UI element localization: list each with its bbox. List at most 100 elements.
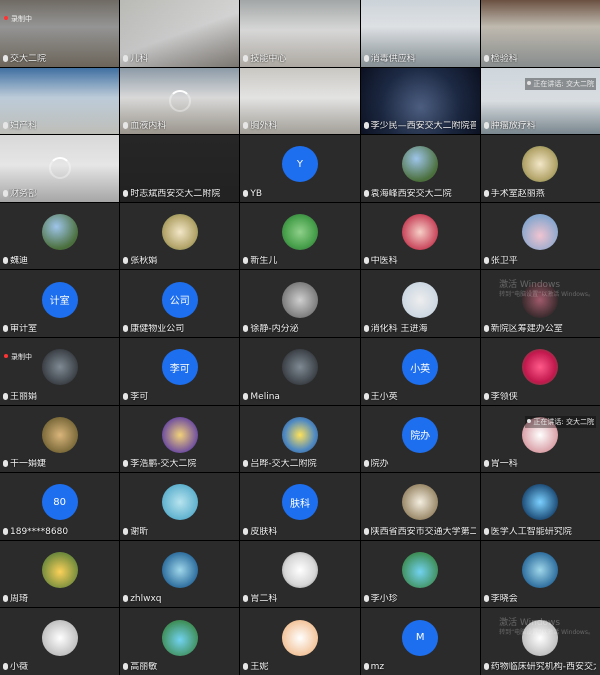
participant-tile[interactable]: 妇产科 (0, 67, 120, 135)
participant-name-label: zhlwxq (123, 594, 162, 605)
participant-avatar (281, 619, 318, 656)
microphone-icon (363, 324, 369, 332)
participant-tile[interactable]: 周琦 (0, 540, 120, 608)
participant-tile[interactable]: 小英 王小英 (360, 337, 480, 405)
participant-tile[interactable]: 医学人工智能研究院 (480, 473, 600, 540)
participant-tile[interactable]: 张秋娟 (120, 202, 240, 270)
participant-avatar (41, 349, 78, 386)
microphone-icon (363, 595, 369, 603)
participant-tile[interactable]: 录制中 交大二院 (0, 0, 120, 67)
participant-tile[interactable]: 胃二科 (240, 540, 360, 608)
participant-tile[interactable]: 录制中 王丽娟 (0, 337, 120, 405)
participant-name-label: 189****8680 (3, 527, 68, 538)
participant-name-label: 陕西省西安市交通大学第二附属... (363, 527, 476, 538)
participant-tile[interactable]: 李领侠 (480, 337, 600, 405)
participant-tile[interactable]: 儿科 (120, 0, 240, 67)
participant-tile[interactable]: 正在讲话: 交大二院 肿瘤放疗科 (480, 67, 600, 135)
microphone-icon (123, 662, 129, 670)
participant-avatar (281, 281, 318, 318)
participant-tile[interactable]: 王妮 (240, 608, 360, 675)
participant-avatar (522, 484, 559, 521)
participant-tile[interactable]: 小薇 (0, 608, 120, 675)
participant-name-label: 药物临床研究机构-西安交大二院 (483, 662, 596, 673)
participant-tile[interactable]: 正在讲话: 交大二院 胃一科 (480, 405, 600, 473)
participant-tile[interactable]: 技能中心 (240, 0, 360, 67)
participant-tile[interactable]: zhlwxq (120, 540, 240, 608)
participant-tile[interactable]: 时志斌西安交大二附院 (120, 135, 240, 202)
microphone-icon (243, 324, 249, 332)
participant-avatar (402, 214, 439, 251)
participant-tile[interactable]: Melina (240, 337, 360, 405)
participant-name-label: YB (243, 189, 262, 200)
participant-name: 皮肤科 (250, 526, 278, 537)
participant-tile[interactable]: 谢昕 (120, 473, 240, 540)
microphone-icon (483, 527, 489, 535)
participant-tile[interactable]: 吕晔-交大二附院 (240, 405, 360, 473)
participant-name-label: 袁海峰西安交大二院 (363, 188, 452, 200)
participant-tile[interactable]: 魏迪 (0, 202, 120, 270)
participant-name-label: 李浩鹏-交大二院 (123, 459, 196, 470)
participant-name: 消毒供应科 (370, 53, 416, 64)
participant-tile[interactable]: 李晓会 (480, 540, 600, 608)
microphone-icon (243, 460, 249, 468)
microphone-icon (243, 257, 249, 265)
participant-avatar: 计室 (41, 281, 78, 318)
participant-tile[interactable]: 肤科 皮肤科 (240, 473, 360, 540)
participant-name: 妇产科 (10, 121, 38, 132)
loading-spinner-icon (168, 89, 191, 112)
participant-tile[interactable]: 财务部 (0, 135, 120, 202)
microphone-icon (483, 54, 489, 62)
participant-avatar (281, 349, 318, 386)
participant-name-label: 交大二院 (3, 54, 46, 65)
participant-name: 血液内科 (130, 121, 167, 132)
participant-tile[interactable]: 中医科 (360, 202, 480, 270)
participant-tile[interactable]: 徐静-内分泌 (240, 270, 360, 337)
participant-tile[interactable]: 激活 Windows 转到“电脑设置”以激活 Windows。 新院区筹建办公室 (480, 270, 600, 337)
participant-tile[interactable]: Y YB (240, 135, 360, 202)
participant-name: 手术室赵丽燕 (490, 188, 545, 199)
participant-tile[interactable]: 手术室赵丽燕 (480, 135, 600, 202)
participant-tile[interactable]: 李少民—西安交大二附院普外科 (360, 67, 480, 135)
participant-tile[interactable]: 80 189****8680 (0, 473, 120, 540)
microphone-icon (3, 662, 8, 670)
participant-avatar (402, 552, 439, 589)
participant-name: mz (370, 661, 385, 672)
participant-tile[interactable]: 新生儿 (240, 202, 360, 270)
microphone-icon (243, 392, 249, 400)
participant-tile[interactable]: 检验科 (480, 0, 600, 67)
participant-name-label: 王丽娟 (3, 392, 37, 403)
microphone-icon (243, 527, 249, 535)
participant-tile[interactable]: 袁海峰西安交大二院 (360, 135, 480, 202)
participant-tile[interactable]: 干一娟婕 (0, 405, 120, 473)
participant-name-label: 消毒供应科 (363, 53, 416, 65)
participant-tile[interactable]: 激活 Windows 转到“电脑设置”以激活 Windows。 药物临床研究机构-西… (480, 608, 600, 675)
microphone-icon (3, 595, 8, 603)
participant-name: 胃一科 (490, 459, 518, 470)
participant-tile[interactable]: 张卫平 (480, 202, 600, 270)
participant-tile[interactable]: 院办 院办 (360, 405, 480, 473)
participant-name: 王小英 (370, 391, 398, 402)
microphone-icon (483, 662, 489, 670)
participant-name: 李领侠 (490, 391, 518, 402)
participant-tile[interactable]: 消毒供应科 (360, 0, 480, 67)
participant-name: 李晓会 (490, 594, 518, 605)
participant-tile[interactable]: 血液内科 (120, 67, 240, 135)
participant-tile[interactable]: 高丽敏 (120, 608, 240, 675)
participant-tile[interactable]: 公司 康健物业公司 (120, 270, 240, 337)
participant-name-label: 李小珍 (363, 594, 398, 605)
participant-tile[interactable]: 李浩鹏-交大二院 (120, 405, 240, 473)
recording-indicator: 录制中 (4, 14, 32, 24)
participant-tile[interactable]: 消化科 王进海 (360, 270, 480, 337)
participant-name: 袁海峰西安交大二院 (370, 188, 452, 199)
microphone-icon (3, 189, 8, 197)
participant-tile[interactable]: 陕西省西安市交通大学第二附属... (360, 473, 480, 540)
participant-tile[interactable]: 李小珍 (360, 540, 480, 608)
participant-avatar (402, 484, 439, 521)
participant-tile[interactable]: 李可 李可 (120, 337, 240, 405)
participant-name-label: 胃一科 (483, 459, 518, 470)
participant-name: 胃二科 (250, 594, 278, 605)
participant-tile[interactable]: 胸外科 (240, 67, 360, 135)
participant-name-label: 李晓会 (483, 594, 518, 605)
participant-tile[interactable]: Mmz (360, 608, 480, 675)
participant-tile[interactable]: 计室 审计室 (0, 270, 120, 337)
